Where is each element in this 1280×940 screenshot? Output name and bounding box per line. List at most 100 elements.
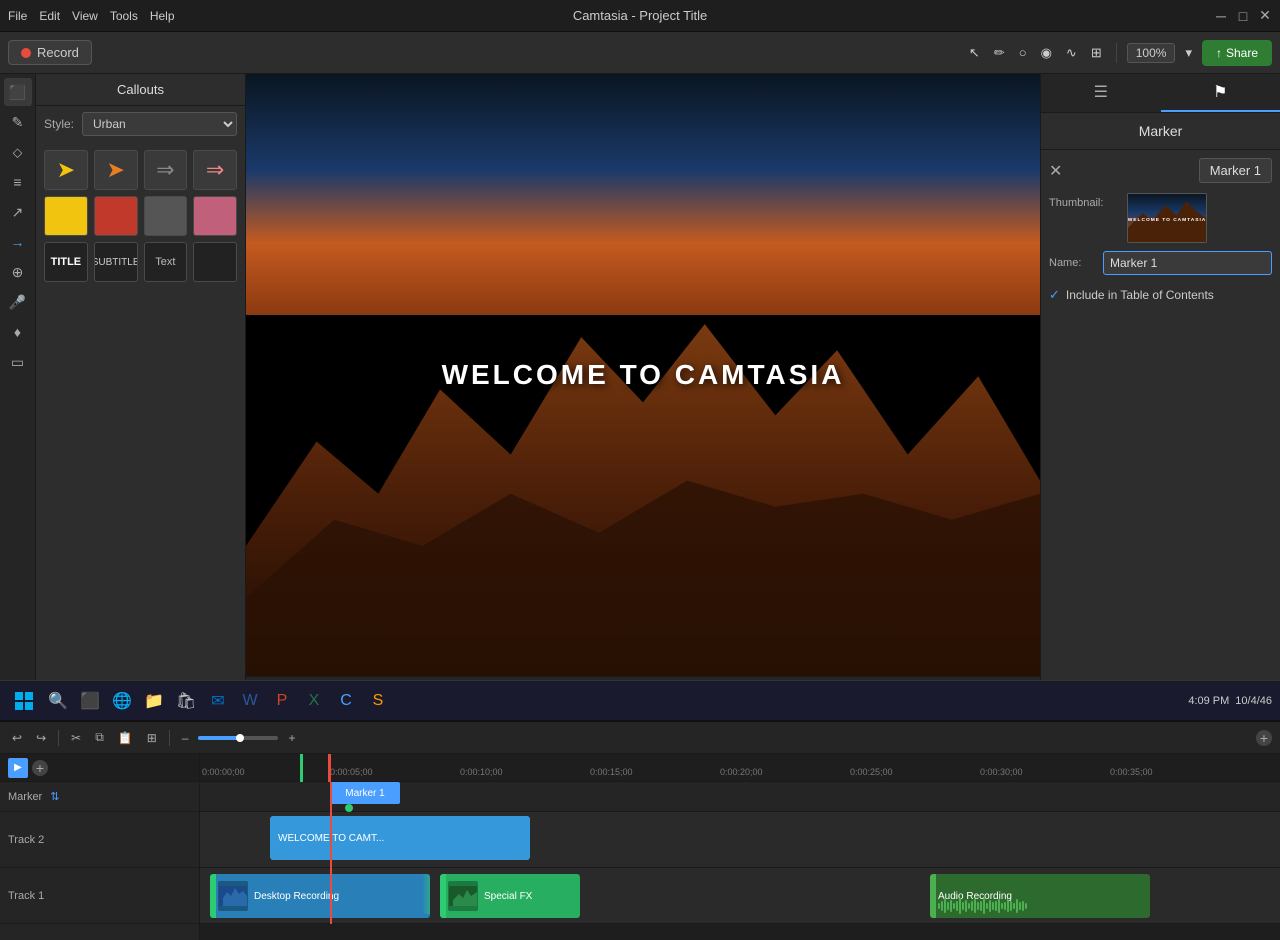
marker-1-flag[interactable]: Marker 1 [330, 782, 400, 804]
word-icon[interactable]: W [236, 687, 264, 715]
callout-arrow-pink-outline[interactable]: ⇒ [193, 150, 237, 190]
time-mark-3: 0:00:15;00 [590, 767, 633, 777]
audio-clip-bar [930, 874, 936, 918]
timeline-zoom-slider[interactable] [198, 736, 278, 740]
time-mark-1: 0:00:05;00 [330, 767, 373, 777]
callout-subtitle-text[interactable]: SUBTITLE [94, 242, 138, 282]
zoom-dropdown[interactable]: ▾ [1181, 43, 1196, 63]
main-layout: ⬛ ✎ ⬦ ≡ ↗ → ⊕ 🎤 ♦ ▭ More Callouts Style:… [0, 74, 1280, 720]
sidebar-captions[interactable]: ▭ [4, 348, 32, 376]
add-track-button[interactable]: + [1256, 730, 1272, 746]
snagit-icon[interactable]: S [364, 687, 392, 715]
callout-plain-text[interactable]: Text [144, 242, 188, 282]
menu-tools[interactable]: Tools [110, 9, 138, 23]
marker-sort-icon[interactable]: ⇅ [50, 790, 59, 803]
grid-tool[interactable]: ⊞ [1087, 43, 1106, 63]
camtasia-icon[interactable]: C [332, 687, 360, 715]
paste-button[interactable]: 📋 [114, 729, 137, 747]
style-select[interactable]: Urban Modern Classic [82, 112, 237, 136]
title-bar: File Edit View Tools Help Camtasia - Pro… [0, 0, 1280, 32]
tab-flag[interactable]: ⚑ [1161, 74, 1280, 112]
pointer-tool[interactable]: ↖ [965, 43, 984, 63]
callout-rect-yellow[interactable] [44, 196, 88, 236]
excel-icon[interactable]: X [300, 687, 328, 715]
preview-canvas: WELCOME TO CAMTASIA [246, 74, 1040, 676]
marker-close-button[interactable]: ✕ [1049, 161, 1062, 181]
svg-text:WELCOME TO CAMTASIA: WELCOME TO CAMTASIA [1128, 217, 1206, 223]
fill-tool[interactable]: ◉ [1037, 43, 1056, 63]
maximize-button[interactable]: □ [1236, 9, 1250, 23]
pen-tool[interactable]: ✏ [990, 43, 1009, 63]
marker-track-label: Marker [8, 791, 42, 803]
shape-tool[interactable]: ○ [1015, 43, 1031, 62]
callout-rect-orange[interactable] [94, 196, 138, 236]
audio-recording-clip[interactable]: Audio Recording [930, 874, 1150, 918]
search-icon[interactable]: 🔍 [44, 687, 72, 715]
track2-label: Track 2 [8, 834, 44, 846]
menu-help[interactable]: Help [150, 9, 175, 23]
callout-rect-gray[interactable] [144, 196, 188, 236]
callout-empty[interactable] [193, 242, 237, 282]
outlook-icon[interactable]: ✉ [204, 687, 232, 715]
welcome-clip[interactable]: WELCOME TO CAMT... [270, 816, 530, 860]
sidebar-media[interactable]: ⬛ [4, 78, 32, 106]
menu-view[interactable]: View [72, 9, 98, 23]
sidebar-zoom-pan[interactable]: → [4, 228, 32, 256]
callout-title-text[interactable]: TITLE [44, 242, 88, 282]
cut-button[interactable]: ✂ [67, 729, 85, 747]
sidebar-cursor[interactable]: ↗ [4, 198, 32, 226]
sidebar-annotations[interactable]: ✎ [4, 108, 32, 136]
callout-arrow-orange-filled[interactable]: ➤ [94, 150, 138, 190]
name-input[interactable] [1103, 251, 1272, 275]
timeline-tracks: Marker 1 WELCOME TO CAMT... [200, 782, 1280, 924]
thumbnail-label: Thumbnail: [1049, 193, 1119, 209]
connect-tool[interactable]: ∿ [1062, 43, 1081, 63]
callout-rect-pink[interactable] [193, 196, 237, 236]
minimize-button[interactable]: ─ [1214, 9, 1228, 23]
timeline-toolbar: ↩ ↪ ✂ ⧉ 📋 ⊞ – + + [0, 722, 1280, 754]
toolbar-tools: ↖ ✏ ○ ◉ ∿ ⊞ 100% ▾ ↑ Share [965, 40, 1272, 66]
thumbnail-row: Thumbnail: WELCOME [1049, 193, 1272, 243]
tab-list[interactable]: ☰ [1041, 74, 1161, 112]
menu-edit[interactable]: Edit [39, 9, 60, 23]
toc-checkbox[interactable]: ✓ [1049, 287, 1060, 303]
task-view-icon[interactable]: ⬛ [76, 687, 104, 715]
menu-file[interactable]: File [8, 9, 27, 23]
panel-title: Callouts [36, 74, 245, 106]
add-track-header-button[interactable]: + [32, 760, 48, 776]
callout-arrow-gray-outline[interactable]: ⇒ [144, 150, 188, 190]
style-row: Style: Urban Modern Classic [36, 106, 245, 142]
windows-logo [14, 691, 34, 711]
undo-button[interactable]: ↩ [8, 729, 26, 747]
share-button[interactable]: ↑ Share [1202, 40, 1272, 66]
waveform [938, 898, 1118, 914]
sidebar-animations[interactable]: ≡ [4, 168, 32, 196]
callout-title-label: TITLE [51, 256, 82, 268]
zoom-in-button[interactable]: + [284, 729, 299, 747]
file-explorer-icon[interactable]: 📁 [140, 687, 168, 715]
redo-button[interactable]: ↪ [32, 729, 50, 747]
desktop-recording-clip[interactable]: Desktop Recording [210, 874, 430, 918]
zoom-out-button[interactable]: – [178, 729, 193, 747]
mountain-svg [246, 285, 1040, 676]
toc-row: ✓ Include in Table of Contents [1049, 283, 1272, 307]
edge-icon[interactable]: 🌐 [108, 687, 136, 715]
separator [1116, 43, 1117, 63]
sidebar-transitions[interactable]: ⬦ [4, 138, 32, 166]
copy-button[interactable]: ⧉ [91, 728, 108, 747]
special-fx-clip[interactable]: Special FX [440, 874, 580, 918]
sidebar-audio[interactable]: 🎤 [4, 288, 32, 316]
powerpoint-icon[interactable]: P [268, 687, 296, 715]
sidebar-record-camera[interactable]: ⊕ [4, 258, 32, 286]
close-button[interactable]: ✕ [1258, 9, 1272, 23]
main-toolbar: Record ↖ ✏ ○ ◉ ∿ ⊞ 100% ▾ ↑ Share [0, 32, 1280, 74]
snap-button[interactable]: ⊞ [143, 729, 161, 747]
menu-bar: File Edit View Tools Help [8, 9, 175, 23]
zoom-slider-fill [198, 736, 238, 740]
store-icon[interactable]: 🛍 [172, 687, 200, 715]
callout-arrow-yellow-filled[interactable]: ➤ [44, 150, 88, 190]
marker-track: Marker 1 [200, 782, 1280, 812]
sidebar-interactivity[interactable]: ♦ [4, 318, 32, 346]
record-button[interactable]: Record [8, 40, 92, 65]
start-button[interactable] [8, 685, 40, 717]
